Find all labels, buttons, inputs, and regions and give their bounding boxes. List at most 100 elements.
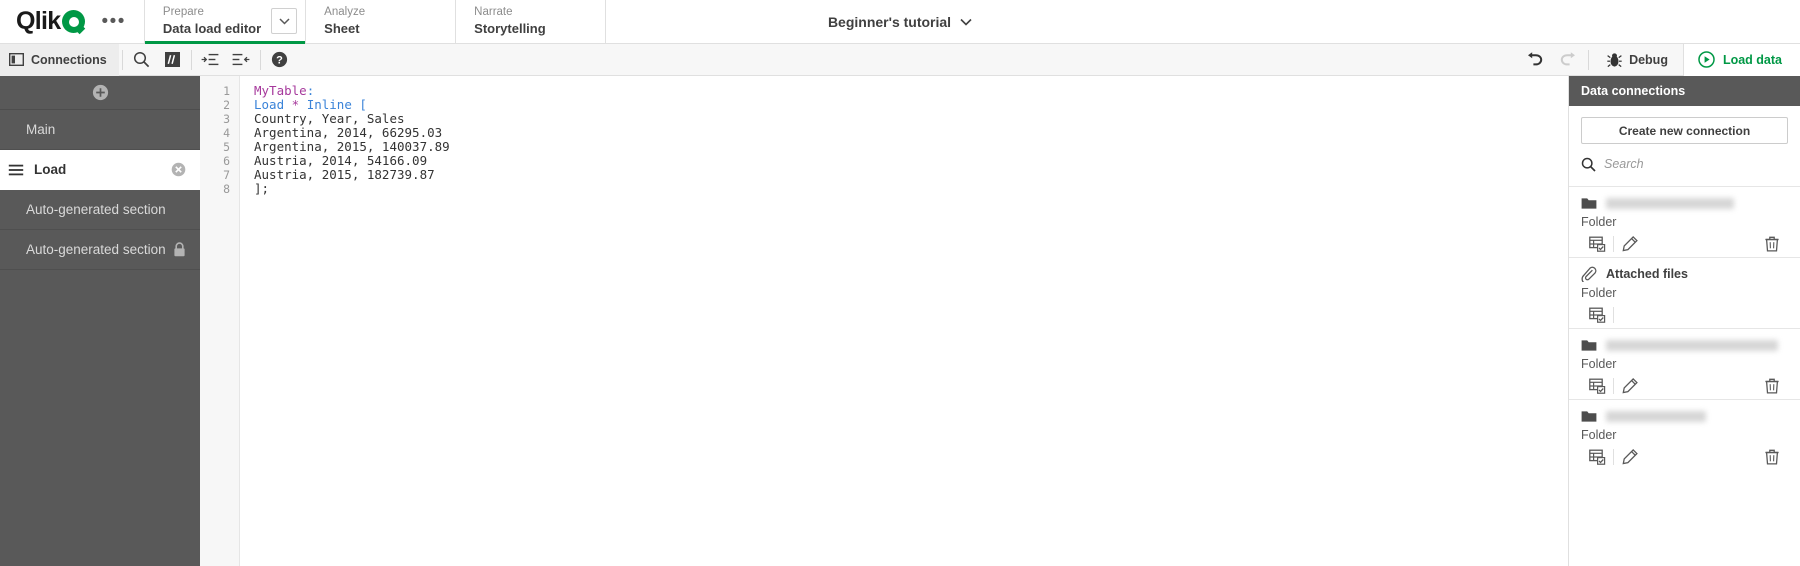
help-button[interactable]: ? bbox=[264, 44, 295, 76]
code-line: ]; bbox=[254, 182, 1568, 196]
panel-toggle-icon bbox=[9, 53, 24, 67]
connection-item[interactable]: Folder bbox=[1569, 328, 1800, 399]
close-section-button[interactable] bbox=[171, 162, 186, 177]
code-line: Load * Inline [ bbox=[254, 98, 1568, 112]
code-token: MyTable bbox=[254, 83, 307, 98]
script-code-area[interactable]: MyTable: Load * Inline [Country, Year, Sa… bbox=[240, 76, 1568, 566]
play-circle-icon bbox=[1698, 51, 1715, 68]
connection-name-redacted bbox=[1606, 339, 1778, 351]
script-editor[interactable]: 1 2 3 4 5 6 7 8 MyTable: Load * Inline [C… bbox=[200, 76, 1568, 566]
edit-button[interactable] bbox=[1614, 374, 1646, 398]
nav-item-analyze-title: Sheet bbox=[324, 21, 360, 36]
qlik-q-icon bbox=[62, 10, 86, 33]
undo-button[interactable] bbox=[1517, 44, 1551, 76]
load-data-label: Load data bbox=[1722, 52, 1782, 67]
connection-header[interactable]: Attached files bbox=[1581, 265, 1788, 283]
redo-icon bbox=[1560, 52, 1575, 66]
outdent-button[interactable] bbox=[226, 44, 257, 76]
code-token: Argentina, 2015, 140037.89 bbox=[254, 139, 450, 154]
connection-item[interactable]: Folder bbox=[1569, 399, 1800, 470]
select-data-button[interactable] bbox=[1581, 445, 1613, 469]
connection-header[interactable] bbox=[1581, 407, 1788, 425]
delete-button[interactable] bbox=[1756, 232, 1788, 256]
search-icon bbox=[1581, 157, 1596, 172]
sidebar-item-main[interactable]: Main bbox=[0, 110, 200, 150]
code-line: Austria, 2014, 54166.09 bbox=[254, 154, 1568, 168]
nav-item-narrate-title: Storytelling bbox=[474, 21, 546, 36]
sidebar-item-auto-generated-1[interactable]: Auto-generated section bbox=[0, 190, 200, 230]
nav-prepare-dropdown-button[interactable] bbox=[271, 8, 298, 34]
locked-indicator bbox=[173, 242, 186, 257]
connection-header[interactable] bbox=[1581, 336, 1788, 354]
connections-search-field[interactable]: Search bbox=[1581, 150, 1788, 178]
nav-item-analyze[interactable]: Analyze Sheet bbox=[305, 0, 455, 43]
drag-handle-icon[interactable] bbox=[8, 164, 24, 176]
line-number: 6 bbox=[223, 154, 230, 168]
select-data-icon bbox=[1588, 378, 1606, 394]
debug-button[interactable]: Debug bbox=[1592, 44, 1683, 76]
toolbar-divider-2 bbox=[190, 49, 192, 70]
line-number: 7 bbox=[223, 168, 230, 182]
code-token: Austria, 2014, 54166.09 bbox=[254, 153, 428, 168]
connections-toggle-button[interactable]: Connections bbox=[0, 43, 119, 76]
toolbar-right-group: Debug Load data bbox=[1517, 43, 1800, 76]
sidebar-item-main-label: Main bbox=[26, 122, 56, 137]
redo-button[interactable] bbox=[1551, 44, 1585, 76]
editor-body: Main Load Auto-generated section Auto-ge… bbox=[0, 76, 1800, 566]
folder-icon bbox=[1581, 410, 1597, 423]
sidebar-item-auto-generated-2[interactable]: Auto-generated section bbox=[0, 230, 200, 270]
add-section-icon bbox=[92, 84, 108, 101]
connection-item[interactable]: Attached files Folder bbox=[1569, 257, 1800, 328]
line-number: 4 bbox=[223, 126, 230, 140]
delete-button[interactable] bbox=[1756, 374, 1788, 398]
edit-button[interactable] bbox=[1614, 445, 1646, 469]
line-number: 2 bbox=[223, 98, 230, 112]
outdent-icon bbox=[232, 53, 250, 66]
qlik-wordmark: Qlik bbox=[16, 7, 61, 35]
delete-button[interactable] bbox=[1756, 445, 1788, 469]
qlik-logo[interactable]: Qlik bbox=[16, 0, 86, 44]
sections-sidebar: Main Load Auto-generated section Auto-ge… bbox=[0, 76, 200, 566]
select-data-icon bbox=[1588, 236, 1606, 252]
data-connections-header: Data connections bbox=[1569, 76, 1800, 106]
select-data-button[interactable] bbox=[1581, 232, 1613, 256]
create-new-connection-button[interactable]: Create new connection bbox=[1581, 117, 1788, 144]
select-data-icon bbox=[1588, 449, 1606, 465]
load-data-button[interactable]: Load data bbox=[1682, 43, 1800, 76]
nav-item-analyze-kicker: Analyze bbox=[324, 6, 366, 18]
svg-text:?: ? bbox=[276, 55, 283, 67]
folder-icon bbox=[1581, 197, 1597, 210]
connection-name-redacted bbox=[1606, 410, 1706, 422]
connections-search-placeholder: Search bbox=[1604, 157, 1644, 171]
select-data-button[interactable] bbox=[1581, 303, 1613, 327]
sidebar-item-auto-generated-2-label: Auto-generated section bbox=[26, 242, 166, 257]
connection-type-label: Folder bbox=[1581, 357, 1617, 371]
help-icon: ? bbox=[271, 51, 287, 68]
sidebar-item-load[interactable]: Load bbox=[0, 150, 200, 190]
lock-icon bbox=[174, 242, 185, 257]
code-line: MyTable: bbox=[254, 84, 1568, 98]
sidebar-item-load-label: Load bbox=[34, 162, 67, 177]
app-title-dropdown-button[interactable] bbox=[960, 18, 972, 26]
code-line: Argentina, 2014, 66295.03 bbox=[254, 126, 1568, 140]
editor-search-button[interactable] bbox=[126, 44, 157, 76]
add-section-button[interactable] bbox=[0, 76, 200, 110]
overflow-menu-button[interactable]: ••• bbox=[95, 0, 131, 44]
line-number-gutter: 1 2 3 4 5 6 7 8 bbox=[200, 76, 240, 566]
connections-list: Folder Attached files Folder Folder Folder bbox=[1569, 186, 1800, 470]
nav-item-prepare-title: Data load editor bbox=[162, 21, 262, 36]
connection-name: Attached files bbox=[1606, 267, 1688, 281]
debug-label: Debug bbox=[1629, 52, 1668, 67]
nav-item-prepare[interactable]: Prepare Data load editor bbox=[143, 0, 306, 44]
edit-button[interactable] bbox=[1614, 232, 1646, 256]
app-title[interactable]: Beginner's tutorial bbox=[828, 14, 951, 30]
close-circle-icon bbox=[171, 162, 186, 177]
code-line: Argentina, 2015, 140037.89 bbox=[254, 140, 1568, 154]
comment-toggle-button[interactable] bbox=[157, 44, 188, 76]
code-token: [ bbox=[359, 97, 367, 112]
select-data-button[interactable] bbox=[1581, 374, 1613, 398]
connection-item[interactable]: Folder bbox=[1569, 186, 1800, 257]
indent-button[interactable] bbox=[195, 44, 226, 76]
nav-item-narrate[interactable]: Narrate Storytelling bbox=[455, 0, 605, 43]
connection-header[interactable] bbox=[1581, 194, 1788, 212]
